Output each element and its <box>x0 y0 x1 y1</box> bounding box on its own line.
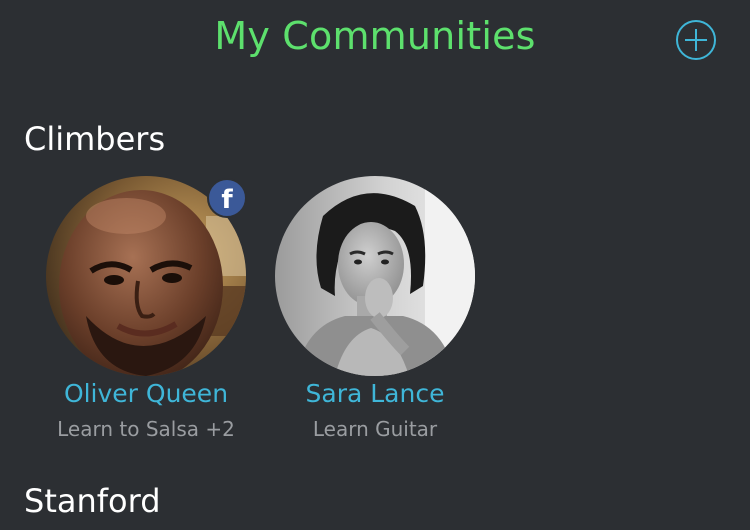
member-card-sara-lance[interactable]: Sara Lance Learn Guitar <box>260 176 490 466</box>
member-subtitle: Learn to Salsa +2 <box>57 417 235 441</box>
member-name[interactable]: Oliver Queen <box>31 376 261 412</box>
facebook-icon: f <box>207 178 247 218</box>
member-card-oliver-queen[interactable]: f Oliver Queen Learn to Salsa +2 <box>31 176 261 466</box>
member-subtitle: Learn Guitar <box>312 417 438 441</box>
page-title: My Communities <box>214 14 536 58</box>
member-name[interactable]: Sara Lance <box>260 376 490 412</box>
avatar[interactable] <box>275 176 475 376</box>
community-title-stanford: Stanford <box>24 482 161 520</box>
community-title-climbers: Climbers <box>24 120 166 158</box>
plus-circle-icon <box>676 20 716 60</box>
add-community-button[interactable] <box>675 19 717 61</box>
header-bar: My Communities <box>0 0 750 80</box>
